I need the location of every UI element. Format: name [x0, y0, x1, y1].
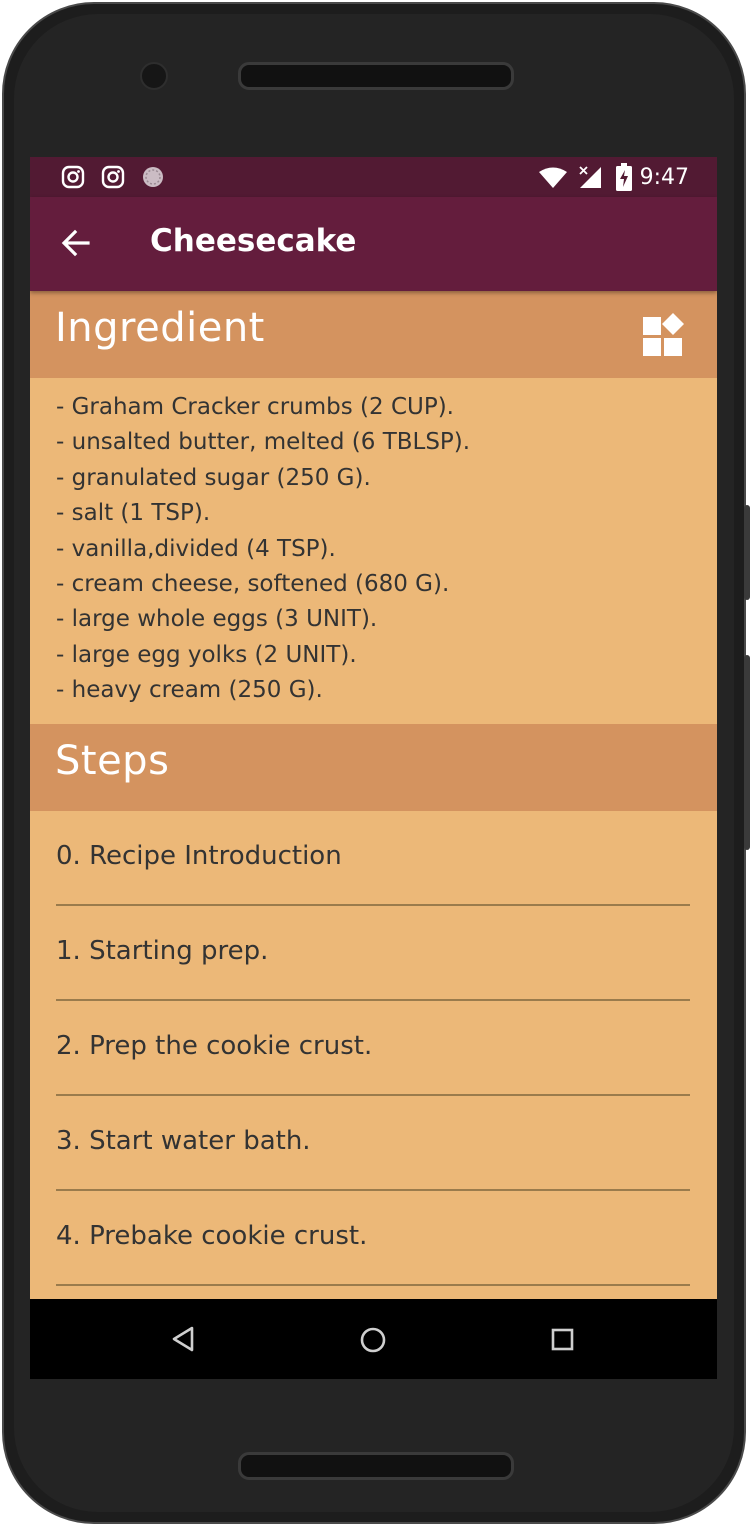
home-circle-icon[interactable]: [359, 1326, 387, 1358]
power-button: [744, 505, 750, 600]
ingredient-item: - salt (1 TSP).: [56, 500, 211, 527]
navigation-bar: [30, 1299, 717, 1379]
ingredient-title: Ingredient: [55, 305, 265, 351]
status-time: 9:47: [639, 165, 689, 190]
ingredient-item: - Graham Cracker crumbs (2 CUP).: [56, 394, 454, 420]
notification-circle-icon: [141, 165, 165, 193]
recents-square-icon[interactable]: [551, 1328, 575, 1356]
status-bar: 9:47: [30, 157, 717, 197]
volume-button: [744, 655, 750, 850]
battery-charging-icon: [616, 163, 632, 195]
ingredient-item: - unsalted butter, melted (6 TBLSP).: [56, 429, 471, 456]
ingredient-item: - large whole eggs (3 UNIT).: [56, 606, 378, 633]
widget-icon[interactable]: [642, 313, 686, 361]
front-camera: [140, 62, 168, 90]
step-item[interactable]: 3. Start water bath.: [56, 1096, 690, 1191]
bottom-speaker: [238, 1452, 514, 1480]
step-item[interactable]: 2. Prep the cookie crust.: [56, 1001, 690, 1096]
step-label: 2. Prep the cookie crust.: [56, 1031, 373, 1061]
instagram-icon: [61, 165, 85, 193]
no-signal-icon: [578, 165, 602, 193]
top-speaker: [238, 62, 514, 90]
wifi-icon: [538, 167, 568, 193]
step-label: 4. Prebake cookie crust.: [56, 1221, 368, 1251]
steps-header: Steps: [30, 724, 717, 811]
step-label: 1. Starting prep.: [56, 936, 269, 966]
ingredient-item: - large egg yolks (2 UNIT).: [56, 641, 357, 668]
steps-title: Steps: [55, 738, 170, 784]
ingredient-item: - granulated sugar (250 G).: [56, 464, 371, 491]
steps-list: 0. Recipe Introduction 1. Starting prep.…: [56, 811, 690, 1286]
back-triangle-icon[interactable]: [170, 1325, 196, 1357]
step-item[interactable]: 4. Prebake cookie crust.: [56, 1191, 690, 1286]
ingredient-item: - heavy cream (250 G).: [56, 677, 323, 704]
step-label: 0. Recipe Introduction: [56, 841, 342, 871]
step-item[interactable]: 1. Starting prep.: [56, 906, 690, 1001]
step-item[interactable]: 0. Recipe Introduction: [56, 811, 690, 906]
page-title: Cheesecake: [150, 223, 357, 259]
ingredient-list: - Graham Cracker crumbs (2 CUP). - unsal…: [56, 390, 696, 709]
step-label: 3. Start water bath.: [56, 1126, 311, 1156]
ingredient-item: - cream cheese, softened (680 G).: [56, 571, 450, 598]
instagram-icon: [101, 165, 125, 193]
app-bar: Cheesecake: [30, 197, 717, 291]
screen: 9:47 Cheesecake Ingredient - Graham Crac…: [30, 157, 717, 1379]
back-arrow-icon[interactable]: [60, 227, 92, 259]
ingredient-item: - vanilla,divided (4 TSP).: [56, 535, 336, 562]
ingredient-header: Ingredient: [30, 291, 717, 378]
